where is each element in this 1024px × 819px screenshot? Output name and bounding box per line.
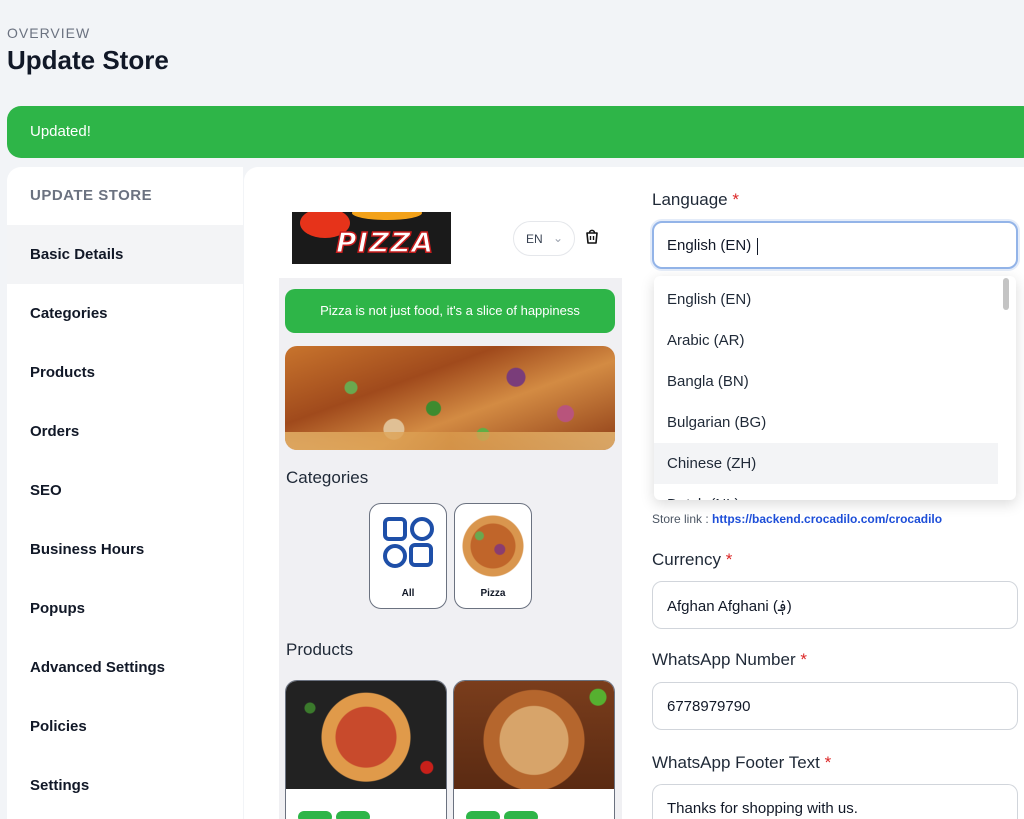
category-label: All [401,588,415,599]
text-caret [757,237,759,255]
sidebar-item-business-hours[interactable]: Business Hours [7,520,243,579]
sidebar-item-seo[interactable]: SEO [7,461,243,520]
logo-swirl [352,212,422,220]
alert-text: Updated! [30,123,91,140]
store-link-text: Store link : https://backend.crocadilo.c… [652,512,943,526]
category-card-all[interactable]: All [369,503,447,609]
page-title: Update Store [7,45,169,75]
category-card-pizza[interactable]: Pizza [454,503,532,609]
logo-text: PIZZA [335,225,435,260]
preview-slogan: Pizza is not just food, it's a slice of … [285,289,615,333]
store-logo: PIZZA [292,212,451,264]
sidebar-item-settings[interactable]: Settings [7,756,243,815]
sidebar-item-advanced-settings[interactable]: Advanced Settings [7,638,243,697]
whatsapp-footer-textarea[interactable]: Thanks for shopping with us. [652,784,1018,819]
sidebar-item-policies[interactable]: Policies [7,697,243,756]
language-label: Language * [652,190,739,209]
language-option[interactable]: Bangla (BN) [654,361,998,402]
preview-language-label: EN [526,232,543,246]
language-dropdown: English (EN) Arabic (AR) Bangla (BN) Bul… [654,276,1016,500]
product-tag [504,811,538,819]
preview-products-title: Products [286,640,354,659]
language-option[interactable]: Arabic (AR) [654,320,998,361]
whatsapp-footer-label: WhatsApp Footer Text * [652,753,832,772]
sidebar-header: UPDATE STORE [30,187,153,204]
dropdown-scrollbar[interactable] [1003,278,1009,310]
category-label: Pizza [480,588,506,599]
currency-select[interactable]: Afghan Afghani (؋) [652,581,1018,629]
language-input[interactable]: English (EN) [652,221,1018,269]
product-image [454,681,614,789]
success-alert: Updated! [7,106,1024,158]
pizza-category-image [459,512,527,580]
language-option[interactable]: Chinese (ZH) [654,443,998,484]
language-option[interactable]: Bulgarian (BG) [654,402,998,443]
preview-header: PIZZA EN ⌄ [279,208,622,278]
product-tag [336,811,370,819]
product-image [286,681,446,789]
sidebar: UPDATE STORE Basic Details Categories Pr… [7,167,243,819]
preview-banner-image [285,346,615,450]
store-link[interactable]: https://backend.crocadilo.com/crocadilo [712,512,942,526]
product-card[interactable] [453,680,615,819]
shopping-bag-icon[interactable] [584,228,600,244]
preview-language-select[interactable]: EN ⌄ [513,221,575,256]
sidebar-item-basic-details[interactable]: Basic Details [7,225,243,284]
language-option[interactable]: English (EN) [654,279,998,320]
sidebar-item-products[interactable]: Products [7,343,243,402]
store-preview: PIZZA EN ⌄ Pizza is not just food, it's … [279,208,622,819]
currency-label: Currency * [652,550,733,569]
product-tag [298,811,332,819]
grid-icon [383,517,434,568]
language-option[interactable]: Dutch (NL) [654,484,998,500]
sidebar-item-orders[interactable]: Orders [7,402,243,461]
sidebar-item-categories[interactable]: Categories [7,284,243,343]
whatsapp-number-label: WhatsApp Number * [652,650,807,669]
whatsapp-number-input[interactable]: 6778979790 [652,682,1018,730]
chevron-down-icon: ⌄ [553,231,564,245]
overview-label: OVERVIEW [7,25,91,41]
product-tag [466,811,500,819]
sidebar-item-popups[interactable]: Popups [7,579,243,638]
product-card[interactable] [285,680,447,819]
preview-categories-title: Categories [286,468,369,487]
